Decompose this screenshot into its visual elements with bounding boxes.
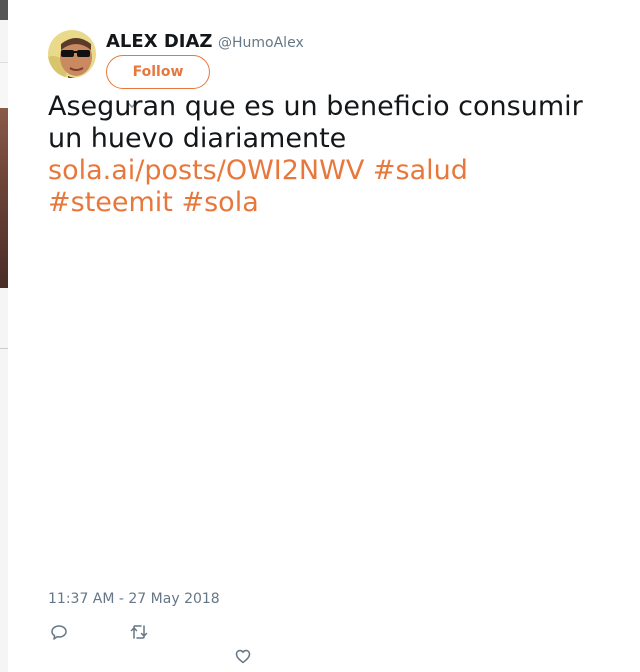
avatar-photo: [48, 30, 96, 78]
background-page: [0, 0, 8, 672]
reply-icon[interactable]: [49, 622, 69, 642]
background-nav-strip: [0, 62, 8, 109]
tweet-link[interactable]: sola.ai/posts/OWI2NWV: [48, 155, 364, 186]
tweet-timestamp[interactable]: 11:37 AM - 27 May 2018: [48, 591, 220, 607]
background-divider: [0, 348, 8, 349]
heart-icon[interactable]: [233, 646, 253, 666]
tweet-text-line-3: sola.ai/posts/OWI2NWV #salud: [48, 155, 618, 187]
background-header-strip: [0, 0, 8, 20]
hashtag-link[interactable]: #sola: [181, 187, 258, 218]
retweet-icon[interactable]: [129, 622, 149, 642]
hashtag-link[interactable]: #steemit: [48, 187, 173, 218]
tweet-text-line-1: Aseguran que es un beneficio consumir: [48, 91, 583, 122]
author-handle[interactable]: @HumoAlex: [218, 35, 304, 51]
background-photo: [0, 108, 8, 288]
tweet-text: Aseguran que es un beneficio consumir un…: [48, 91, 618, 219]
tweet-text-line-4: #steemit #sola: [48, 187, 618, 219]
follow-button[interactable]: Follow: [106, 55, 210, 89]
avatar[interactable]: [48, 30, 96, 78]
author-name[interactable]: ALEX DIAZ: [106, 31, 212, 52]
tweet-text-line-2: un huevo diariamente: [48, 123, 347, 154]
hashtag-link[interactable]: #salud: [373, 155, 468, 186]
